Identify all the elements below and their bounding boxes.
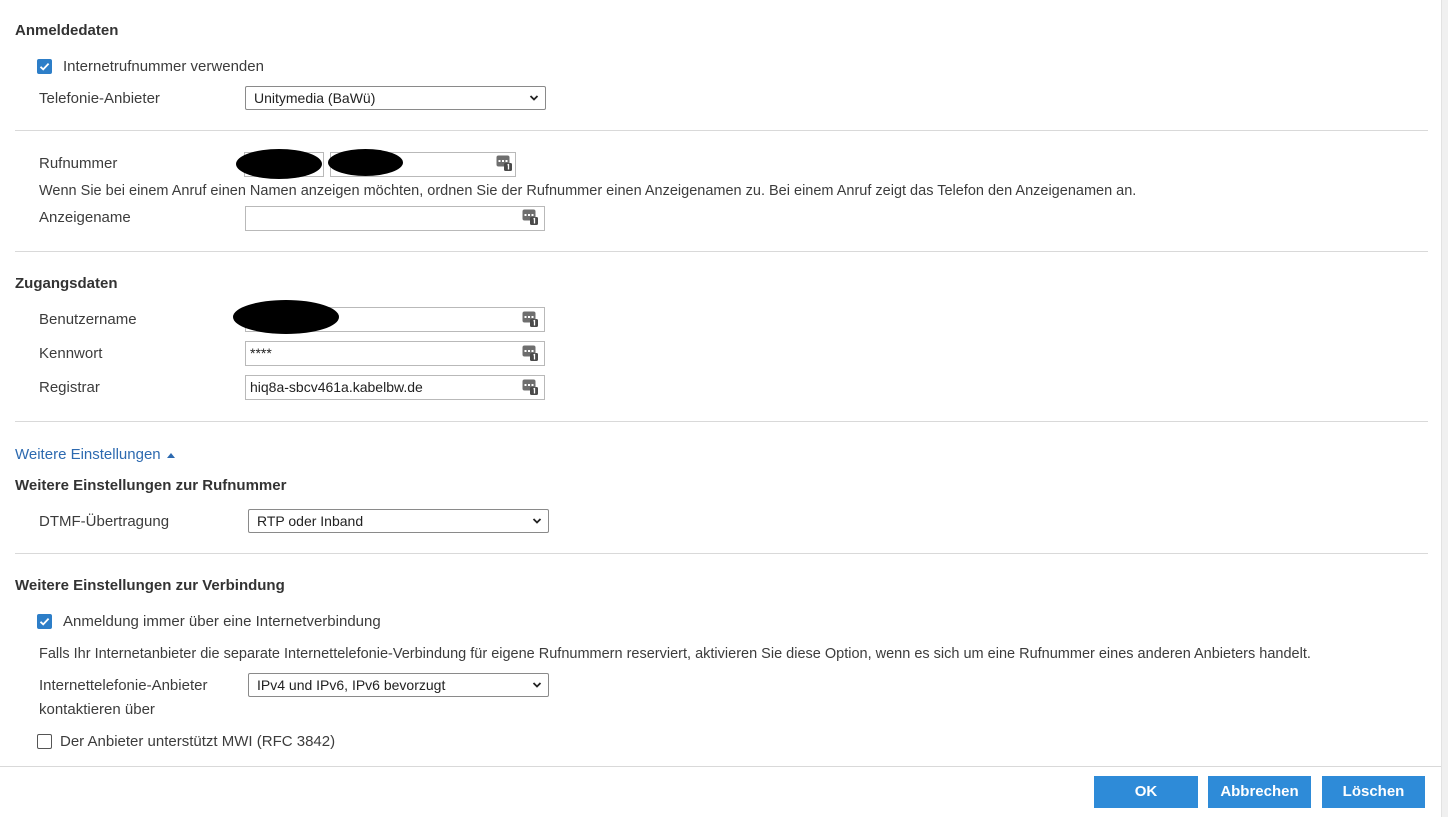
chevron-down-icon xyxy=(532,682,542,688)
more-settings-toggle-label: Weitere Einstellungen xyxy=(15,446,161,463)
use-internet-number-label: Internetrufnummer verwenden xyxy=(63,58,264,75)
mwi-checkbox[interactable] xyxy=(37,734,52,749)
number-settings-heading: Weitere Einstellungen zur Rufnummer xyxy=(15,477,287,494)
footer-divider xyxy=(0,766,1442,767)
delete-button[interactable]: Löschen xyxy=(1322,776,1425,808)
registrar-label: Registrar xyxy=(39,379,100,396)
login-heading: Anmeldedaten xyxy=(15,22,119,39)
rufnummer-label: Rufnummer xyxy=(39,155,118,172)
always-internet-label: Anmeldung immer über eine Internetverbin… xyxy=(63,613,381,630)
use-internet-number-checkbox[interactable] xyxy=(37,59,52,74)
display-name-input[interactable] xyxy=(245,206,545,231)
checkmark-icon xyxy=(39,62,50,71)
keypad-icon[interactable] xyxy=(522,209,538,225)
checkmark-icon xyxy=(39,617,50,626)
keypad-icon[interactable] xyxy=(496,155,512,171)
contact-select[interactable]: IPv4 und IPv6, IPv6 bevorzugt xyxy=(248,673,549,697)
keypad-icon[interactable] xyxy=(522,379,538,395)
provider-label: Telefonie-Anbieter xyxy=(39,90,160,107)
display-name-hint: Wenn Sie bei einem Anruf einen Namen anz… xyxy=(39,183,1137,199)
connection-settings-heading: Weitere Einstellungen zur Verbindung xyxy=(15,577,285,594)
keypad-icon[interactable] xyxy=(522,345,538,361)
scrollbar[interactable] xyxy=(1441,0,1448,817)
divider xyxy=(15,421,1428,422)
cancel-button[interactable]: Abbrechen xyxy=(1208,776,1311,808)
registrar-input[interactable]: hiq8a-sbcv461a.kabelbw.de xyxy=(245,375,545,400)
access-heading: Zugangsdaten xyxy=(15,275,118,292)
provider-select[interactable]: Unitymedia (BaWü) xyxy=(245,86,546,110)
provider-select-value: Unitymedia (BaWü) xyxy=(254,90,376,106)
more-settings-toggle[interactable]: Weitere Einstellungen xyxy=(15,446,176,463)
always-internet-checkbox[interactable] xyxy=(37,614,52,629)
contact-label-line2: kontaktieren über xyxy=(39,701,155,718)
redaction-mark xyxy=(236,149,322,179)
contact-select-value: IPv4 und IPv6, IPv6 bevorzugt xyxy=(257,677,446,693)
contact-label-line1: Internettelefonie-Anbieter xyxy=(39,677,208,694)
dtmf-select-value: RTP oder Inband xyxy=(257,513,364,529)
keypad-icon[interactable] xyxy=(522,311,538,327)
always-internet-hint: Falls Ihr Internetanbieter die separate … xyxy=(39,646,1311,662)
divider xyxy=(15,553,1428,554)
password-label: Kennwort xyxy=(39,345,103,362)
dtmf-select[interactable]: RTP oder Inband xyxy=(248,509,549,533)
divider xyxy=(15,130,1428,131)
triangle-up-icon xyxy=(166,453,175,458)
display-name-label: Anzeigename xyxy=(39,209,131,226)
chevron-down-icon xyxy=(529,95,539,101)
mwi-label: Der Anbieter unterstützt MWI (RFC 3842) xyxy=(60,733,336,750)
ok-button[interactable]: OK xyxy=(1094,776,1198,808)
username-label: Benutzername xyxy=(39,311,137,328)
chevron-down-icon xyxy=(532,518,542,524)
password-input[interactable]: **** xyxy=(245,341,545,366)
dtmf-label: DTMF-Übertragung xyxy=(39,513,170,530)
divider xyxy=(15,251,1428,252)
redaction-mark xyxy=(328,149,403,176)
redaction-mark xyxy=(233,300,339,334)
